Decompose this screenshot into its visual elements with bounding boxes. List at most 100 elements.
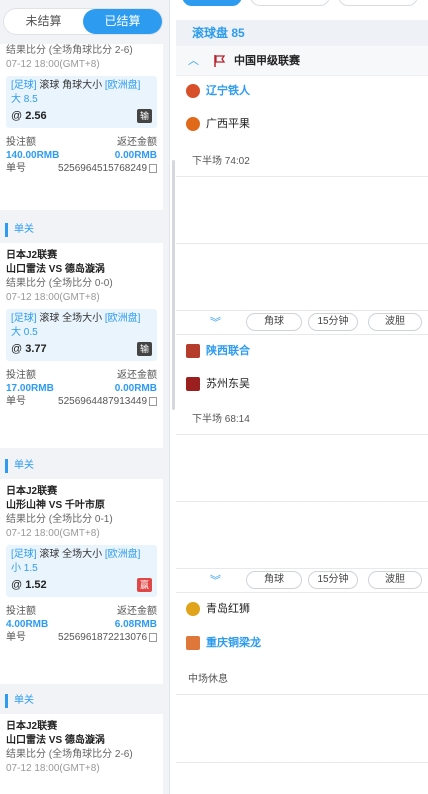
filter-button[interactable] xyxy=(338,0,418,6)
bet-card[interactable]: 日本J2联赛 山口雷法 VS 德岛漩涡 结果比分 (全场比分 0-0) 07-1… xyxy=(0,243,163,448)
stake-value: 140.00RMB xyxy=(6,150,60,161)
market-options-row: ︾ 角球 15分钟 波胆 xyxy=(176,311,428,333)
match-time: 07-12 18:00(GMT+8) xyxy=(6,528,100,539)
team-name: 辽宁铁人 xyxy=(206,85,250,97)
return-label: 返还金额 xyxy=(117,137,157,148)
bet-selection: 大 8.5 xyxy=(11,94,38,105)
option-corners[interactable]: 角球 xyxy=(246,313,302,331)
live-matches-panel: 滚球盘 85 ︿ 中国甲级联赛 辽宁铁人 广西平果 下半场 74:02 ︾ 角球… xyxy=(176,0,428,794)
stake-value: 17.00RMB xyxy=(6,383,54,394)
order-label: 单号 xyxy=(6,163,26,174)
bet-description: [足球] 滚球 全场大小 [欧洲盘] xyxy=(11,312,152,326)
bet-history-panel: 未结算 已结算 结果比分 (全场角球比分 2-6) 07-12 18:00(GM… xyxy=(0,0,170,794)
bet-sport: [足球] xyxy=(11,313,37,324)
bet-detail-box: [足球] 滚球 全场大小 [欧洲盘] 大 0.5 @ 3.77 输 xyxy=(6,309,157,361)
match-teams: 山口雷法 VS 德岛漩涡 xyxy=(6,735,105,746)
bet-type: 滚球 角球大小 xyxy=(39,80,103,91)
result-score: 结果比分 (全场比分 0-1) xyxy=(6,514,113,525)
return-value: 0.00RMB xyxy=(114,150,157,161)
bet-selection: 大 0.5 xyxy=(11,327,38,338)
outcome-badge: 输 xyxy=(137,109,152,123)
team-logo-icon xyxy=(186,636,200,650)
settlement-tabs: 未结算 已结算 xyxy=(3,8,163,35)
filter-button[interactable] xyxy=(250,0,330,6)
team-name: 广西平果 xyxy=(206,118,250,130)
team-logo-icon xyxy=(186,602,200,616)
bet-card[interactable]: 日本J2联赛 山口雷法 VS 德岛漩涡 结果比分 (全场角球比分 2-6) 07… xyxy=(0,714,163,794)
option-15min[interactable]: 15分钟 xyxy=(308,571,358,589)
team-logo-icon xyxy=(186,344,200,358)
stake-value: 4.00RMB xyxy=(6,619,49,630)
team-logo-icon xyxy=(186,117,200,131)
match-time: 07-12 18:00(GMT+8) xyxy=(6,763,100,774)
section-label: 单关 xyxy=(5,694,34,708)
market-options-row: ︾ 角球 15分钟 波胆 xyxy=(176,569,428,591)
section-label: 单关 xyxy=(5,459,34,473)
copy-icon[interactable] xyxy=(149,163,157,173)
bet-odds: @ 3.77 xyxy=(11,343,47,355)
expand-double-chevron-icon[interactable]: ︾ xyxy=(210,572,221,588)
return-label: 返还金额 xyxy=(117,606,157,617)
team-name: 陕西联合 xyxy=(206,345,250,357)
option-15min[interactable]: 15分钟 xyxy=(308,313,358,331)
left-scrollbar[interactable] xyxy=(172,160,175,410)
return-value: 0.00RMB xyxy=(114,383,157,394)
bet-detail-box: [足球] 滚球 全场大小 [欧洲盘] 小 1.5 @ 1.52 赢 xyxy=(6,545,157,597)
bet-market: [欧洲盘] xyxy=(104,80,141,91)
option-corners[interactable]: 角球 xyxy=(246,571,302,589)
team-name: 青岛红狮 xyxy=(206,603,250,615)
order-number: 5256964515768249 xyxy=(58,163,147,174)
outcome-badge: 赢 xyxy=(137,578,152,592)
copy-icon[interactable] xyxy=(149,632,157,642)
league-header[interactable]: ︿ 中国甲级联赛 xyxy=(176,46,428,76)
return-label: 返还金额 xyxy=(117,370,157,381)
stake-label: 投注额 xyxy=(6,606,36,617)
result-score: 结果比分 (全场角球比分 2-6) xyxy=(6,749,133,760)
league-flag-icon xyxy=(214,55,226,67)
bet-selection: 小 1.5 xyxy=(11,563,38,574)
bet-market: [欧洲盘] xyxy=(104,313,141,324)
match-teams: 山形山神 VS 千叶市原 xyxy=(6,500,105,511)
live-section-title: 滚球盘 85 xyxy=(176,20,428,46)
copy-icon[interactable] xyxy=(149,396,157,406)
chevron-up-icon[interactable]: ︿ xyxy=(188,46,199,76)
team-name: 苏州东吴 xyxy=(206,378,250,390)
result-score: 结果比分 (全场角球比分 2-6) xyxy=(6,45,133,56)
option-correct-score[interactable]: 波胆 xyxy=(368,571,422,589)
divider xyxy=(176,243,428,244)
stake-label: 投注额 xyxy=(6,137,36,148)
match-time: 07-12 18:00(GMT+8) xyxy=(6,59,100,70)
tab-settled[interactable]: 已结算 xyxy=(83,9,162,34)
bet-detail-box: [足球] 滚球 角球大小 [欧洲盘] 大 8.5 @ 2.56 输 xyxy=(6,76,157,128)
outcome-badge: 输 xyxy=(137,342,152,356)
match-status: 下半场 74:02 xyxy=(192,156,250,167)
divider xyxy=(176,501,428,502)
order-label: 单号 xyxy=(6,396,26,407)
option-correct-score[interactable]: 波胆 xyxy=(368,313,422,331)
bet-card[interactable]: 日本J2联赛 山形山神 VS 千叶市原 结果比分 (全场比分 0-1) 07-1… xyxy=(0,479,163,684)
match-status: 中场休息 xyxy=(188,674,228,685)
league-name: 日本J2联赛 xyxy=(6,486,58,497)
match-status: 下半场 68:14 xyxy=(192,414,250,425)
bet-card[interactable]: 结果比分 (全场角球比分 2-6) 07-12 18:00(GMT+8) [足球… xyxy=(0,44,163,210)
bet-description: [足球] 滚球 全场大小 [欧洲盘] xyxy=(11,548,152,562)
bet-odds: @ 1.52 xyxy=(11,579,47,591)
bet-description: [足球] 滚球 角球大小 [欧洲盘] xyxy=(11,79,152,93)
bet-market: [欧洲盘] xyxy=(104,549,141,560)
match-teams: 山口雷法 VS 德岛漩涡 xyxy=(6,264,105,275)
filter-button-active[interactable] xyxy=(182,0,242,6)
divider xyxy=(176,334,428,335)
section-label: 单关 xyxy=(5,223,34,237)
divider xyxy=(176,434,428,435)
expand-double-chevron-icon[interactable]: ︾ xyxy=(210,314,221,330)
team-name: 重庆铜梁龙 xyxy=(206,637,261,649)
divider xyxy=(176,592,428,593)
league-name: 日本J2联赛 xyxy=(6,721,58,732)
bet-sport: [足球] xyxy=(11,549,37,560)
result-score: 结果比分 (全场比分 0-0) xyxy=(6,278,113,289)
match-time: 07-12 18:00(GMT+8) xyxy=(6,292,100,303)
bet-sport: [足球] xyxy=(11,80,37,91)
tab-unsettled[interactable]: 未结算 xyxy=(4,9,83,34)
bet-type: 滚球 全场大小 xyxy=(39,549,103,560)
divider xyxy=(176,176,428,177)
